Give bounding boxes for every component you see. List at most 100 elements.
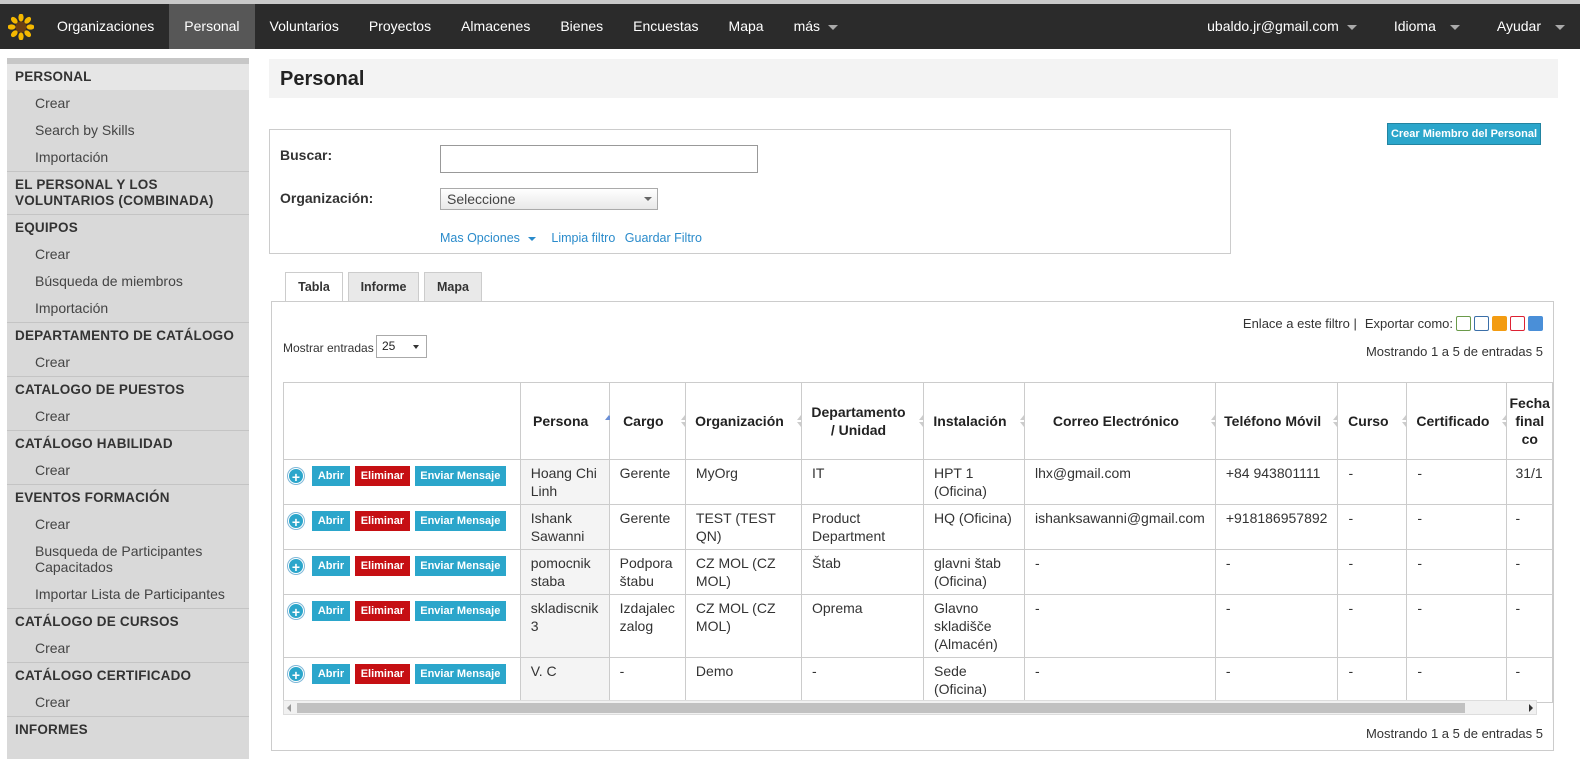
organization-select-value: Seleccione — [447, 191, 516, 207]
help-menu[interactable]: Ayudar — [1475, 4, 1580, 49]
table-cell: skladiscnik 3 — [519, 594, 610, 658]
showing-entries-top: Mostrando 1 a 5 de entradas 5 — [1365, 344, 1543, 359]
sidebar-item-busqueda-miembros[interactable]: Búsqueda de miembros — [7, 268, 249, 295]
column-header-cargo[interactable]: Cargo — [608, 382, 689, 460]
delete-button[interactable]: Eliminar — [354, 664, 410, 685]
length-select[interactable]: 25 — [376, 335, 427, 358]
sidebar-heading-equipos[interactable]: EQUIPOS — [7, 214, 249, 241]
table-cell: V. C — [519, 657, 610, 703]
clear-filter-link[interactable]: Limpia filtro — [551, 231, 615, 245]
column-header-certificado[interactable]: Certificado — [1406, 382, 1511, 460]
send-message-button[interactable]: Enviar Mensaje — [414, 601, 506, 622]
sidebar-item-crear[interactable]: Crear — [7, 403, 249, 430]
delete-button[interactable]: Eliminar — [354, 601, 410, 622]
horizontal-scrollbar[interactable] — [283, 700, 1537, 715]
send-message-button[interactable]: Enviar Mensaje — [414, 664, 506, 685]
nav-personal[interactable]: Personal — [169, 4, 255, 49]
column-header-correo[interactable]: Correo Electrónico — [1023, 382, 1219, 460]
xml-icon[interactable] — [1474, 316, 1489, 331]
sidebar-heading-departamento[interactable]: DEPARTAMENTO DE CATÁLOGO — [7, 322, 249, 349]
table-cell: TEST (TEST QN) — [684, 504, 802, 550]
scrollbar-thumb[interactable] — [297, 703, 1465, 713]
sidebar-heading-cursos[interactable]: CATÁLOGO DE CURSOS — [7, 608, 249, 635]
nav-mas-dropdown[interactable]: más — [779, 4, 853, 49]
pdf-icon[interactable] — [1510, 316, 1525, 331]
nav-voluntarios[interactable]: Voluntarios — [255, 4, 354, 49]
rss-icon[interactable] — [1492, 316, 1507, 331]
table-cell: - — [1337, 657, 1408, 703]
nav-encuestas[interactable]: Encuestas — [618, 4, 713, 49]
language-menu[interactable]: Idioma — [1372, 4, 1475, 49]
open-button[interactable]: Abrir — [312, 556, 350, 577]
nav-proyectos[interactable]: Proyectos — [354, 4, 446, 49]
sidebar-item-importar-lista[interactable]: Importar Lista de Participantes — [7, 581, 249, 608]
sunflower-logo-icon[interactable] — [0, 4, 42, 49]
column-header-persona[interactable]: Persona — [519, 382, 613, 460]
export-label: Exportar como: — [1364, 316, 1453, 331]
expand-row-icon[interactable]: + — [288, 468, 304, 485]
sidebar-heading-informes[interactable]: INFORMES — [7, 716, 249, 743]
table-cell: HPT 1 (Oficina) — [922, 459, 1025, 505]
arrow-right-icon[interactable] — [1529, 704, 1533, 712]
table-cell: - — [800, 657, 924, 703]
search-label: Buscar: — [280, 147, 333, 163]
sidebar-item-crear[interactable]: Crear — [7, 241, 249, 268]
row-actions: + Abrir Eliminar Enviar Mensaje — [283, 549, 521, 595]
expand-row-icon[interactable]: + — [288, 666, 304, 683]
more-options-link[interactable]: Mas Opciones — [440, 231, 542, 245]
sidebar-item-crear[interactable]: Crear — [7, 457, 249, 484]
sidebar-item-crear[interactable]: Crear — [7, 90, 249, 117]
tab-mapa[interactable]: Mapa — [424, 272, 482, 302]
sidebar-item-crear[interactable]: Crear — [7, 511, 249, 538]
delete-button[interactable]: Eliminar — [354, 511, 410, 532]
map-icon[interactable] — [1528, 316, 1543, 331]
sidebar-item-importacion[interactable]: Importación — [7, 295, 249, 322]
send-message-button[interactable]: Enviar Mensaje — [414, 511, 506, 532]
send-message-button[interactable]: Enviar Mensaje — [414, 466, 506, 487]
open-button[interactable]: Abrir — [312, 664, 350, 685]
sidebar-heading-personal[interactable]: PERSONAL — [7, 64, 249, 90]
filter-link[interactable]: Enlace a este filtro | — [1243, 316, 1357, 331]
expand-row-icon[interactable]: + — [288, 558, 304, 575]
open-button[interactable]: Abrir — [312, 511, 350, 532]
sidebar-item-crear[interactable]: Crear — [7, 689, 249, 716]
table-row: + Abrir Eliminar Enviar Mensaje skladiscni… — [283, 594, 1553, 658]
expand-row-icon[interactable]: + — [288, 603, 304, 620]
user-menu[interactable]: ubaldo.jr@gmail.com — [1192, 4, 1372, 49]
column-header-telefono[interactable]: Teléfono Móvil — [1214, 382, 1342, 460]
sidebar-heading-certificado[interactable]: CATÁLOGO CERTIFICADO — [7, 662, 249, 689]
search-input[interactable] — [440, 145, 758, 173]
sidebar-item-importacion[interactable]: Importación — [7, 144, 249, 171]
sidebar-item-search-by-skills[interactable]: Search by Skills — [7, 117, 249, 144]
column-header-curso[interactable]: Curso — [1337, 382, 1411, 460]
sidebar-heading-eventos[interactable]: EVENTOS FORMACIÓN — [7, 484, 249, 511]
save-filter-link[interactable]: Guardar Filtro — [625, 231, 702, 245]
open-button[interactable]: Abrir — [312, 601, 350, 622]
delete-button[interactable]: Eliminar — [354, 556, 410, 577]
create-staff-button[interactable]: Crear Miembro del Personal — [1387, 123, 1541, 145]
column-header-departamento[interactable]: Departamento / Unidad — [800, 382, 927, 460]
tab-tabla[interactable]: Tabla — [285, 272, 343, 303]
expand-row-icon[interactable]: + — [288, 513, 304, 530]
sidebar-item-busqueda-participantes[interactable]: Busqueda de Participantes Capacitados — [7, 538, 249, 581]
sidebar-heading-puestos[interactable]: CATALOGO DE PUESTOS — [7, 376, 249, 403]
column-header-fecha[interactable]: Fecha final co — [1506, 382, 1553, 460]
sidebar-item-crear[interactable]: Crear — [7, 635, 249, 662]
sidebar-heading-combinada[interactable]: EL PERSONAL Y LOS VOLUNTARIOS (COMBINADA… — [7, 171, 249, 214]
arrow-left-icon[interactable] — [287, 704, 291, 712]
tab-informe[interactable]: Informe — [348, 272, 419, 302]
open-button[interactable]: Abrir — [312, 466, 350, 487]
organization-select[interactable]: Seleccione — [440, 188, 658, 210]
column-header-organizacion[interactable]: Organización — [684, 382, 805, 460]
nav-organizaciones[interactable]: Organizaciones — [42, 4, 169, 49]
send-message-button[interactable]: Enviar Mensaje — [414, 556, 506, 577]
sidebar-heading-habilidad[interactable]: CATÁLOGO HABILIDAD — [7, 430, 249, 457]
nav-almacenes[interactable]: Almacenes — [446, 4, 545, 49]
table-row: + Abrir Eliminar Enviar Mensaje Hoang Chi … — [283, 459, 1553, 505]
sidebar-item-crear[interactable]: Crear — [7, 349, 249, 376]
nav-mapa[interactable]: Mapa — [714, 4, 779, 49]
xls-icon[interactable] — [1456, 316, 1471, 331]
nav-bienes[interactable]: Bienes — [545, 4, 618, 49]
delete-button[interactable]: Eliminar — [354, 466, 410, 487]
column-header-instalacion[interactable]: Instalación — [922, 382, 1028, 460]
